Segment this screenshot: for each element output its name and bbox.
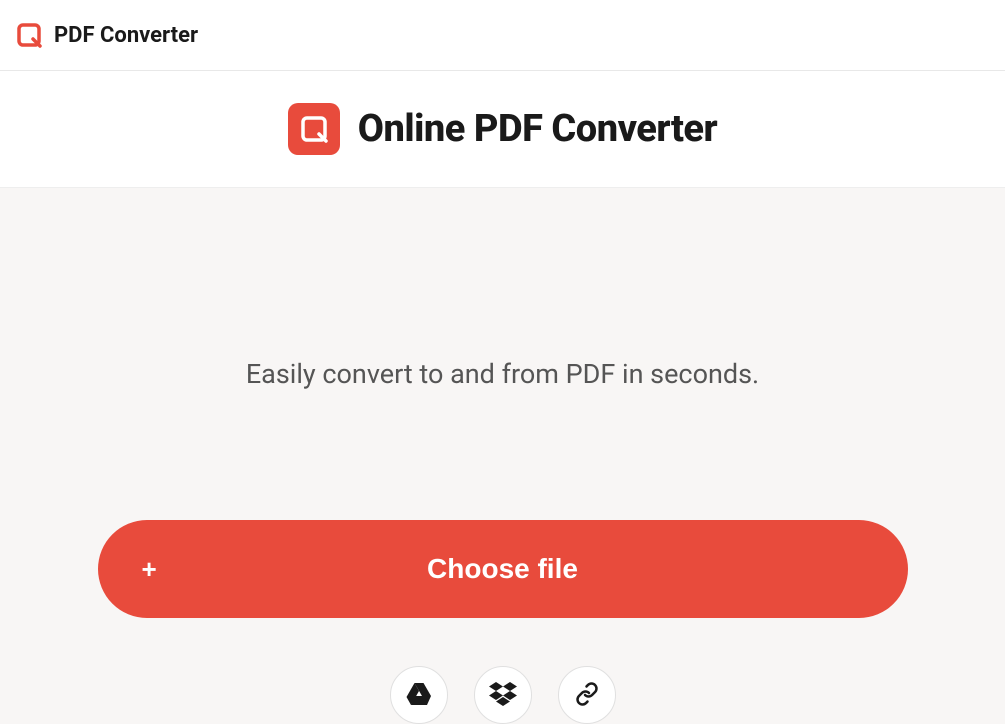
hero-title: Online PDF Converter [358,107,717,151]
dropbox-icon [489,682,517,709]
top-bar-title: PDF Converter [54,23,198,48]
google-drive-button[interactable] [390,666,448,724]
plus-icon: + [142,554,157,585]
hero-bar: Online PDF Converter [0,71,1005,188]
google-drive-icon [406,682,432,709]
main-area: Easily convert to and from PDF in second… [0,188,1005,724]
top-bar: PDF Converter [0,0,1005,71]
link-icon [575,682,599,709]
choose-file-label: Choose file [98,553,908,585]
app-logo-icon [16,22,42,48]
link-button[interactable] [558,666,616,724]
hero-logo-icon [288,103,340,155]
source-row [390,666,616,724]
choose-file-button[interactable]: + Choose file [98,520,908,618]
dropbox-button[interactable] [474,666,532,724]
tagline: Easily convert to and from PDF in second… [246,358,759,390]
